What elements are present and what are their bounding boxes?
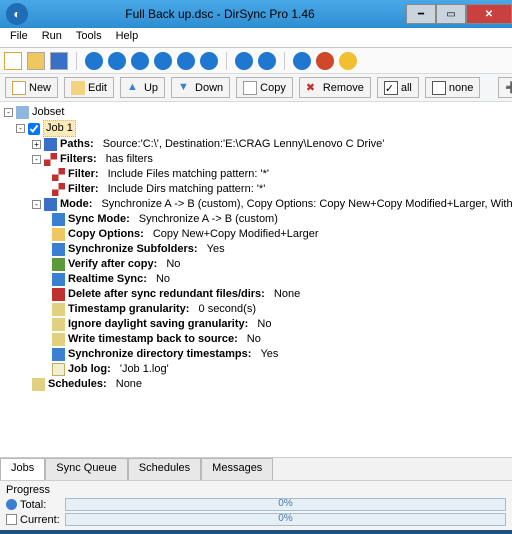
- book-icon[interactable]: [316, 52, 334, 70]
- subfolders-icon: [52, 243, 65, 256]
- tab-messages[interactable]: Messages: [201, 458, 273, 480]
- minimize-button[interactable]: ━: [406, 4, 436, 24]
- filter-files-value[interactable]: Include Files matching pattern: '*': [108, 167, 269, 182]
- tree-twisty[interactable]: +: [32, 140, 41, 149]
- delete-icon: [52, 288, 65, 301]
- dir-ts-icon: [52, 348, 65, 361]
- total-label: Total:: [20, 499, 46, 511]
- copy-button[interactable]: Copy: [236, 77, 293, 98]
- progress-panel: Progress Total: 0% Current: 0%: [0, 480, 512, 530]
- tree-twisty[interactable]: -: [16, 124, 25, 133]
- tab-jobs[interactable]: Jobs: [0, 458, 45, 480]
- schedules-value[interactable]: None: [116, 377, 142, 392]
- tree-twisty[interactable]: -: [4, 108, 13, 117]
- bottom-tabs: Jobs Sync Queue Schedules Messages: [0, 458, 512, 480]
- new-button[interactable]: New: [5, 77, 58, 98]
- paths-value[interactable]: Source:'C:\', Destination:'E:\CRAG Lenny…: [103, 137, 385, 152]
- toolbar-action-8[interactable]: [258, 52, 276, 70]
- new-file-icon[interactable]: [4, 52, 22, 70]
- sync-mode-value[interactable]: Synchronize A -> B (custom): [139, 212, 278, 227]
- filters-value[interactable]: has filters: [106, 152, 153, 167]
- paths-icon: [44, 138, 57, 151]
- toolbar-action-6[interactable]: [200, 52, 218, 70]
- none-button[interactable]: none: [425, 77, 480, 98]
- edit-button[interactable]: Edit: [64, 77, 114, 98]
- copy-opts-icon: [52, 228, 65, 241]
- close-button[interactable]: ✕: [466, 4, 512, 24]
- maximize-button[interactable]: ▭: [436, 4, 466, 24]
- toolbar-action-5[interactable]: [177, 52, 195, 70]
- main-toolbar: [0, 48, 512, 74]
- app-icon: ◐: [6, 3, 28, 25]
- remove-button[interactable]: ✖Remove: [299, 77, 371, 98]
- tab-schedules[interactable]: Schedules: [128, 458, 201, 480]
- write-ts-value[interactable]: No: [247, 332, 261, 347]
- subfolders-value[interactable]: Yes: [207, 242, 225, 257]
- menu-file[interactable]: File: [4, 30, 34, 45]
- verify-value[interactable]: No: [166, 257, 180, 272]
- tree-twisty[interactable]: -: [32, 200, 41, 209]
- job-toolbar: New Edit ▲Up ▼Down Copy ✖Remove ✓all non…: [0, 74, 512, 102]
- timestamp-icon: [52, 303, 65, 316]
- tab-sync-queue[interactable]: Sync Queue: [45, 458, 128, 480]
- realtime-value[interactable]: No: [156, 272, 170, 287]
- total-progress-bar: 0%: [65, 498, 506, 511]
- current-icon: [6, 514, 17, 525]
- up-button[interactable]: ▲Up: [120, 77, 165, 98]
- filter-dirs-value[interactable]: Include Dirs matching pattern: '*': [108, 182, 266, 197]
- total-icon: [6, 499, 17, 510]
- schedules-icon: [32, 378, 45, 391]
- filter-icon: [52, 168, 65, 181]
- write-ts-icon: [52, 333, 65, 346]
- toolbar-action-3[interactable]: [131, 52, 149, 70]
- dir-ts-value[interactable]: Yes: [260, 347, 278, 362]
- tree-twisty[interactable]: -: [32, 155, 41, 164]
- taskbar: [0, 530, 512, 534]
- mode-icon: [44, 198, 57, 211]
- menu-help[interactable]: Help: [110, 30, 145, 45]
- open-icon[interactable]: [27, 52, 45, 70]
- expand-button[interactable]: ➕Expand: [498, 77, 512, 98]
- timestamp-value[interactable]: 0 second(s): [199, 302, 256, 317]
- log-icon: [52, 363, 65, 376]
- current-label: Current:: [20, 514, 60, 526]
- all-button[interactable]: ✓all: [377, 77, 419, 98]
- smiley-icon[interactable]: [339, 52, 357, 70]
- job-tree[interactable]: -Jobset -Job 1 +Paths: Source:'C:\', Des…: [0, 102, 512, 458]
- menubar: File Run Tools Help: [0, 28, 512, 48]
- verify-icon: [52, 258, 65, 271]
- daylight-value[interactable]: No: [257, 317, 271, 332]
- toolbar-action-1[interactable]: [85, 52, 103, 70]
- log-value[interactable]: 'Job 1.log': [120, 362, 169, 377]
- filters-icon: [44, 153, 57, 166]
- current-progress-bar: 0%: [65, 513, 506, 526]
- toolbar-action-7[interactable]: [235, 52, 253, 70]
- sync-mode-icon: [52, 213, 65, 226]
- help-icon[interactable]: [293, 52, 311, 70]
- toolbar-action-2[interactable]: [108, 52, 126, 70]
- delete-value[interactable]: None: [274, 287, 300, 302]
- job-label[interactable]: Job 1: [43, 120, 76, 137]
- mode-value[interactable]: Synchronize A -> B (custom), Copy Option…: [101, 197, 512, 212]
- progress-label: Progress: [6, 484, 506, 496]
- jobset-label[interactable]: Jobset: [32, 105, 64, 120]
- toolbar-action-4[interactable]: [154, 52, 172, 70]
- menu-run[interactable]: Run: [36, 30, 68, 45]
- menu-tools[interactable]: Tools: [70, 30, 108, 45]
- down-button[interactable]: ▼Down: [171, 77, 230, 98]
- copy-opts-value[interactable]: Copy New+Copy Modified+Larger: [153, 227, 319, 242]
- realtime-icon: [52, 273, 65, 286]
- jobset-icon: [16, 106, 29, 119]
- daylight-icon: [52, 318, 65, 331]
- save-icon[interactable]: [50, 52, 68, 70]
- filter-icon: [52, 183, 65, 196]
- window-title: Full Back up.dsc - DirSync Pro 1.46: [34, 7, 406, 21]
- job-checkbox[interactable]: [28, 123, 40, 135]
